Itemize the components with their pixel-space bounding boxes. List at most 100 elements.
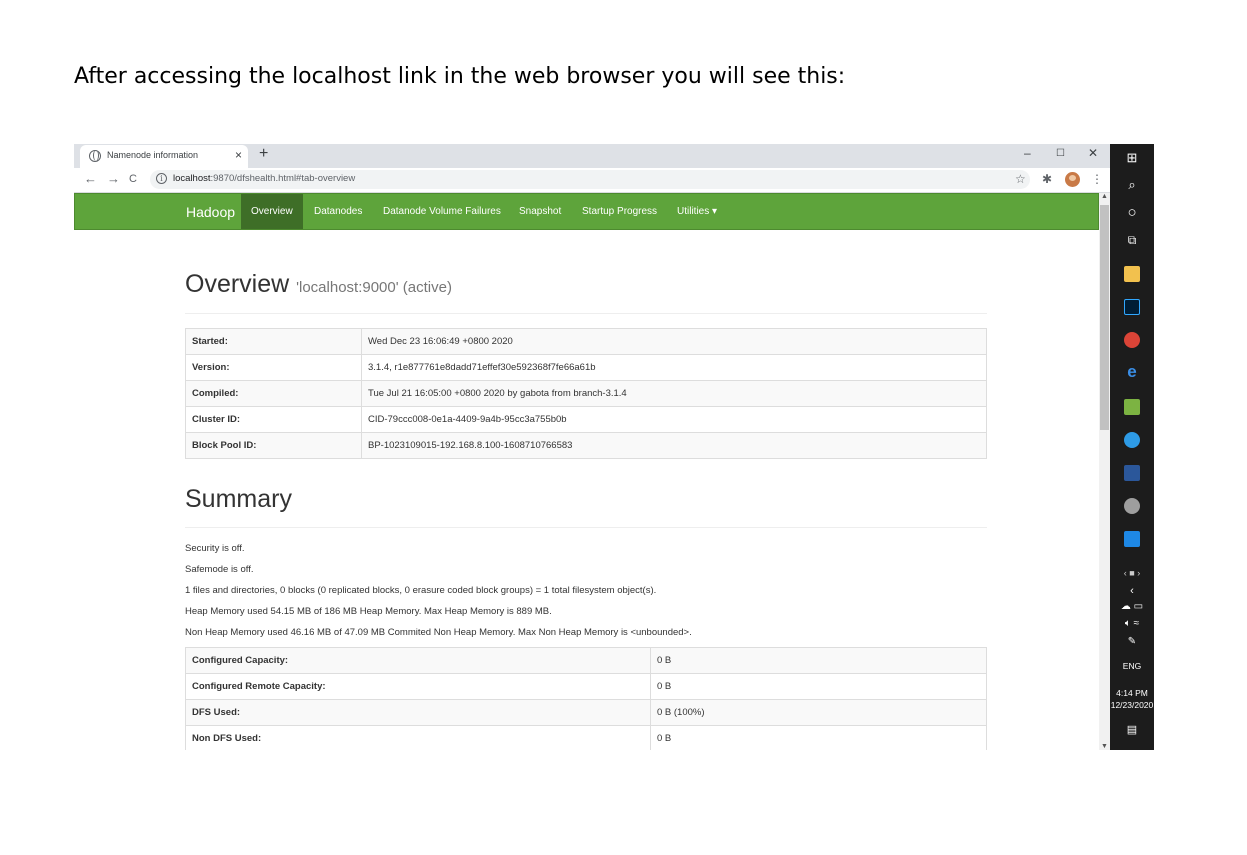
close-window-button[interactable]: ✕: [1088, 146, 1098, 160]
table-row: Started: Wed Dec 23 16:06:49 +0800 2020: [185, 328, 987, 355]
network-app-icon[interactable]: [1124, 432, 1140, 448]
summary-divider: [185, 527, 987, 528]
row-value: 3.1.4, r1e877761e8dadd71effef30e592368f7…: [361, 354, 987, 381]
nav-snapshot[interactable]: Snapshot: [519, 206, 561, 217]
url-text: localhost:9870/dfshealth.html#tab-overvi…: [173, 173, 355, 184]
scroll-down-icon[interactable]: ▼: [1101, 743, 1108, 750]
browser-tab[interactable]: Namenode information ×: [80, 145, 248, 168]
chrome-icon[interactable]: [1124, 332, 1140, 348]
row-key: Compiled:: [185, 380, 362, 407]
table-row: Block Pool ID: BP-1023109015-192.168.8.10…: [185, 432, 987, 459]
row-key: DFS Used:: [185, 699, 651, 726]
menu-kebab-icon[interactable]: ⋮: [1091, 172, 1103, 186]
row-key: Cluster ID:: [185, 406, 362, 433]
paint-icon[interactable]: [1124, 498, 1140, 514]
edge-icon[interactable]: e: [1110, 362, 1154, 382]
info-icon[interactable]: i: [156, 173, 167, 184]
bookmark-star-icon[interactable]: ☆: [1015, 172, 1026, 186]
profile-avatar[interactable]: [1065, 172, 1080, 187]
taskbar-scroll-arrows-icon[interactable]: ‹ ■ ›: [1110, 568, 1154, 578]
reload-button[interactable]: C: [129, 173, 137, 185]
overview-heading: Overview 'localhost:9000' (active): [185, 270, 452, 299]
summary-line-security: Security is off.: [185, 543, 245, 554]
overview-table: Started: Wed Dec 23 16:06:49 +0800 2020 V…: [185, 328, 987, 459]
search-icon[interactable]: ⌕: [1110, 177, 1154, 193]
photoshop-icon[interactable]: [1124, 299, 1140, 315]
windows-taskbar: ⊞ ⌕ ○ ⧉ e ‹ ■ › ‹ ☁ ▭ 🔈︎ ≈ ✎ ENG 4:14 PM…: [1110, 144, 1154, 750]
hadoop-navbar: Hadoop Overview Datanodes Datanode Volum…: [74, 193, 1099, 230]
nav-datanode-volume-failures[interactable]: Datanode Volume Failures: [383, 206, 501, 217]
url-path: :9870/dfshealth.html#tab-overview: [210, 173, 356, 184]
table-row: Configured Remote Capacity: 0 B: [185, 673, 987, 700]
row-key: Started:: [185, 328, 362, 355]
notification-icon[interactable]: ▤: [1110, 723, 1154, 736]
table-row: Compiled: Tue Jul 21 16:05:00 +0800 2020 …: [185, 380, 987, 407]
maximize-button[interactable]: ☐: [1056, 148, 1065, 159]
summary-table: Configured Capacity: 0 B Configured Remot…: [185, 647, 987, 750]
table-row: Configured Capacity: 0 B: [185, 647, 987, 674]
document-caption: After accessing the localhost link in th…: [74, 64, 846, 89]
scroll-up-icon[interactable]: ▲: [1101, 193, 1108, 200]
pen-icon[interactable]: ✎: [1110, 636, 1154, 647]
browser-toolbar: ← → C i localhost:9870/dfshealth.html#ta…: [74, 168, 1110, 193]
minimize-button[interactable]: –: [1024, 146, 1031, 160]
summary-line-nonheap: Non Heap Memory used 46.16 MB of 47.09 M…: [185, 627, 692, 638]
clock-date[interactable]: 12/23/2020: [1110, 700, 1154, 710]
summary-line-files: 1 files and directories, 0 blocks (0 rep…: [185, 585, 657, 596]
file-explorer-icon[interactable]: [1124, 266, 1140, 282]
forward-button[interactable]: →: [107, 171, 120, 186]
overview-divider: [185, 313, 987, 314]
word-icon[interactable]: [1124, 465, 1140, 481]
globe-icon: [89, 150, 101, 162]
row-value: 0 B (100%): [650, 699, 987, 726]
overview-subtitle: 'localhost:9000' (active): [296, 279, 452, 296]
clock-time[interactable]: 4:14 PM: [1110, 688, 1154, 698]
back-button[interactable]: ←: [84, 171, 97, 186]
row-value: Tue Jul 21 16:05:00 +0800 2020 by gabota…: [361, 380, 987, 407]
tab-strip: Namenode information × + – ☐ ✕: [74, 144, 1110, 168]
volume-wifi-icon[interactable]: 🔈︎ ≈: [1110, 618, 1154, 629]
windows-start-icon[interactable]: ⊞: [1110, 150, 1154, 166]
row-key: Version:: [185, 354, 362, 381]
onedrive-icon[interactable]: ☁ ▭: [1110, 601, 1154, 612]
row-value: 0 B: [650, 725, 987, 750]
nav-utilities-dropdown[interactable]: Utilities ▾: [677, 206, 717, 217]
nav-overview[interactable]: Overview: [241, 194, 303, 229]
extensions-icon[interactable]: ✱: [1042, 172, 1052, 186]
show-hidden-icons-icon[interactable]: ‹: [1110, 585, 1154, 597]
row-value: 0 B: [650, 647, 987, 674]
row-value: BP-1023109015-192.168.8.100-160871076658…: [361, 432, 987, 459]
vertical-scrollbar[interactable]: ▲ ▼: [1099, 193, 1110, 750]
table-row: Cluster ID: CID-79ccc008-0e1a-4409-9a4b-9…: [185, 406, 987, 433]
tab-close-button[interactable]: ×: [235, 148, 242, 162]
task-view-icon[interactable]: ⧉: [1110, 233, 1154, 248]
row-value: Wed Dec 23 16:06:49 +0800 2020: [361, 328, 987, 355]
row-value: CID-79ccc008-0e1a-4409-9a4b-95cc3a755b0b: [361, 406, 987, 433]
summary-title: Summary: [185, 485, 292, 513]
url-host: localhost: [173, 173, 211, 184]
browser-screenshot: Namenode information × + – ☐ ✕ ← → C i l…: [74, 144, 1154, 750]
address-bar[interactable]: i localhost:9870/dfshealth.html#tab-over…: [150, 170, 1030, 189]
language-indicator[interactable]: ENG: [1110, 661, 1154, 671]
page-viewport: Hadoop Overview Datanodes Datanode Volum…: [74, 193, 1099, 750]
overview-title: Overview: [185, 270, 290, 298]
row-key: Configured Capacity:: [185, 647, 651, 674]
table-row: Non DFS Used: 0 B: [185, 725, 987, 750]
nav-datanodes[interactable]: Datanodes: [314, 206, 362, 217]
hadoop-brand[interactable]: Hadoop: [186, 204, 235, 220]
photos-icon[interactable]: [1124, 531, 1140, 547]
tab-title: Namenode information: [107, 150, 199, 160]
new-tab-button[interactable]: +: [259, 145, 268, 163]
nav-startup-progress[interactable]: Startup Progress: [582, 206, 657, 217]
summary-line-heap: Heap Memory used 54.15 MB of 186 MB Heap…: [185, 606, 552, 617]
notepad-icon[interactable]: [1124, 399, 1140, 415]
row-key: Non DFS Used:: [185, 725, 651, 750]
table-row: DFS Used: 0 B (100%): [185, 699, 987, 726]
table-row: Version: 3.1.4, r1e877761e8dadd71effef30e…: [185, 354, 987, 381]
cortana-icon[interactable]: ○: [1110, 204, 1154, 221]
row-key: Block Pool ID:: [185, 432, 362, 459]
row-value: 0 B: [650, 673, 987, 700]
row-key: Configured Remote Capacity:: [185, 673, 651, 700]
scrollbar-thumb[interactable]: [1100, 205, 1109, 430]
summary-line-safemode: Safemode is off.: [185, 564, 254, 575]
